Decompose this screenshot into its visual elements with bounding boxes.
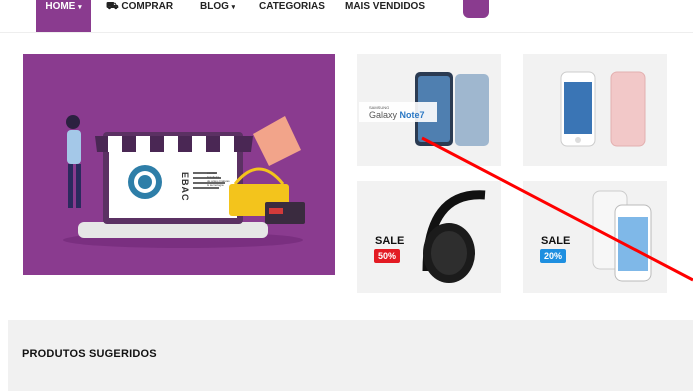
hero-brand-line: & tecnologia bbox=[207, 183, 224, 187]
note7-title-part1: Galaxy bbox=[369, 110, 400, 120]
hero-banner[interactable]: EBAC escola brasileira de artes criativa… bbox=[23, 54, 335, 275]
phone-iphone-image bbox=[560, 71, 646, 147]
product-tile-iphone[interactable] bbox=[523, 54, 667, 166]
nav-buy[interactable]: ⛟ COMPRAR bbox=[106, 0, 173, 19]
nav-home-label: HOME bbox=[45, 1, 76, 12]
sale-label: SALE bbox=[541, 235, 571, 247]
nav-best-sellers[interactable]: MAIS VENDIDOS bbox=[345, 0, 425, 19]
nav-blog[interactable]: BLOG ▾ bbox=[200, 0, 235, 19]
nav-buy-label: COMPRAR bbox=[121, 1, 174, 12]
discount-badge: 50% bbox=[374, 249, 401, 263]
suggested-products-title: PRODUTOS SUGERIDOS bbox=[22, 348, 157, 360]
product-tile-note7[interactable]: SAMSUNG Galaxy Note7 bbox=[357, 54, 501, 166]
product-tile-pixel[interactable]: SALE 20% bbox=[523, 181, 667, 293]
store-illustration bbox=[63, 115, 305, 248]
hero-brand-text: escola brasileira de artes criativas & t… bbox=[207, 171, 230, 187]
note7-title-part2: Note7 bbox=[399, 110, 425, 120]
sale-label: SALE bbox=[375, 235, 405, 247]
nav-home[interactable]: HOME ▾ bbox=[36, 0, 91, 32]
nav-blog-label: BLOG bbox=[200, 1, 229, 12]
suggested-products-section: PRODUTOS SUGERIDOS bbox=[8, 320, 693, 391]
cart-icon: ⛟ bbox=[106, 1, 119, 12]
product-tile-headphones[interactable]: SALE 50% bbox=[357, 181, 501, 293]
nav-pill-button[interactable] bbox=[463, 0, 489, 18]
chevron-down-icon: ▾ bbox=[231, 4, 236, 11]
chevron-down-icon: ▾ bbox=[78, 4, 82, 11]
hero-logo-letters: EBAC bbox=[180, 172, 190, 202]
top-navigation: HOME ▾ ⛟ COMPRAR BLOG ▾ CATEGORIAS MAIS … bbox=[0, 0, 693, 33]
note7-title: Galaxy Note7 bbox=[369, 110, 425, 120]
nav-categories[interactable]: CATEGORIAS bbox=[259, 0, 325, 19]
discount-badge: 20% bbox=[540, 249, 567, 263]
